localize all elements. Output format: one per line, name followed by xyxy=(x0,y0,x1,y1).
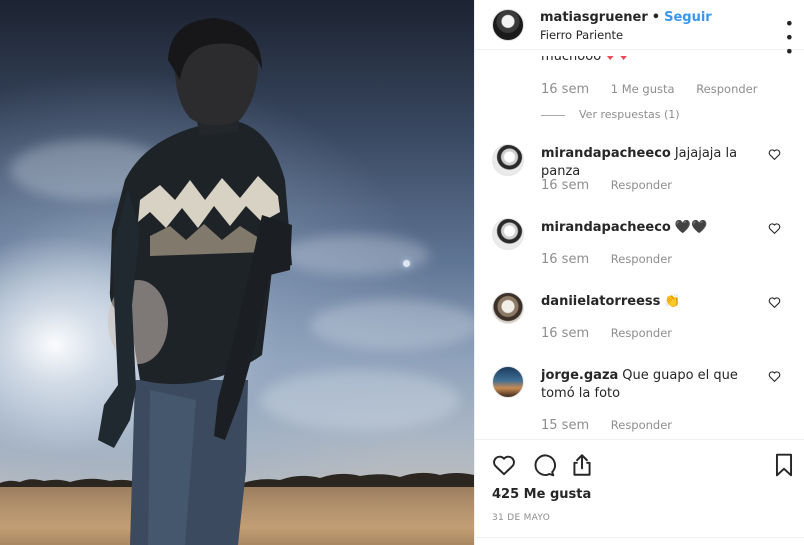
comment-like-heart-icon[interactable] xyxy=(768,296,781,309)
comment-like-heart-icon[interactable] xyxy=(768,222,781,235)
commenter-avatar[interactable] xyxy=(492,144,524,176)
comment-time[interactable]: 15 sem xyxy=(541,418,589,433)
comment-body: 🖤🖤 xyxy=(674,220,708,235)
reply-button[interactable]: Responder xyxy=(611,178,672,192)
location-link[interactable]: Fierro Pariente xyxy=(540,28,623,42)
comments-list[interactable]: muchooo ♥ ♥ 16 sem 1 Me gusta Responder … xyxy=(475,50,804,440)
view-replies-label: Ver respuestas (1) xyxy=(579,108,680,121)
comment-meta: 15 sem Responder xyxy=(541,418,672,433)
post-side-panel: matiasgruener • Seguir Fierro Pariente • • •… xyxy=(474,0,804,545)
reply-button[interactable]: Responder xyxy=(611,326,672,340)
comment-time[interactable]: 16 sem xyxy=(541,326,589,341)
view-replies-button[interactable]: Ver respuestas (1) xyxy=(541,108,680,121)
likes-count[interactable]: 425 Me gusta xyxy=(492,487,591,502)
bookmark-icon[interactable] xyxy=(771,452,797,478)
comment-likes[interactable]: 1 Me gusta xyxy=(611,82,675,96)
comment-text: jorge.gaza Que guapo el que tomó la foto xyxy=(541,367,761,403)
commenter-username[interactable]: mirandapacheeco xyxy=(541,220,671,235)
comment-like-heart-icon[interactable] xyxy=(768,148,781,161)
comment-time[interactable]: 16 sem xyxy=(541,252,589,267)
replies-line xyxy=(541,114,565,116)
commenter-avatar[interactable] xyxy=(492,292,524,324)
comment-time[interactable]: 16 sem xyxy=(541,178,589,193)
reply-button[interactable]: Responder xyxy=(696,82,757,96)
reply-button[interactable]: Responder xyxy=(611,252,672,266)
partial-comment-text: muchooo ♥ ♥ xyxy=(541,50,629,64)
owner-username[interactable]: matiasgruener xyxy=(540,10,648,25)
comment-meta: 16 sem Responder xyxy=(541,252,672,267)
commenter-username[interactable]: jorge.gaza xyxy=(541,368,618,383)
post-photo[interactable] xyxy=(0,0,474,545)
comment-text: mirandapacheeco Jajajaja la panza xyxy=(541,145,761,181)
commenter-avatar[interactable] xyxy=(492,218,524,250)
person-silhouette xyxy=(98,18,292,545)
comment-body: 👏 xyxy=(664,294,681,309)
commenter-username[interactable]: daniielatorreess xyxy=(541,294,660,309)
partial-comment-meta: 16 sem 1 Me gusta Responder xyxy=(541,82,757,97)
partial-comment-fragment: muchooo xyxy=(541,50,602,64)
comment-text: daniielatorreess 👏 xyxy=(541,293,761,311)
comment-bubble-icon[interactable] xyxy=(530,452,556,478)
follow-button[interactable]: Seguir xyxy=(664,10,712,25)
owner-avatar[interactable] xyxy=(492,9,524,41)
post-date[interactable]: 31 DE MAYO xyxy=(492,513,550,523)
reply-button[interactable]: Responder xyxy=(611,418,672,432)
comment-time[interactable]: 16 sem xyxy=(541,82,589,97)
post-actions: 425 Me gusta 31 DE MAYO xyxy=(475,439,804,545)
separator-dot: • xyxy=(651,10,661,25)
owner-line: matiasgruener • Seguir xyxy=(540,10,712,25)
comment-like-heart-icon[interactable] xyxy=(768,370,781,383)
heart-outline-icon[interactable] xyxy=(491,452,517,478)
divider xyxy=(475,537,804,538)
heart-emoji: ♥ ♥ xyxy=(605,50,629,63)
commenter-username[interactable]: mirandapacheeco xyxy=(541,146,671,161)
commenter-avatar[interactable] xyxy=(492,366,524,398)
comment-meta: 16 sem Responder xyxy=(541,326,672,341)
comment-text: mirandapacheeco 🖤🖤 xyxy=(541,219,761,237)
share-upload-icon[interactable] xyxy=(569,452,595,478)
comment-meta: 16 sem Responder xyxy=(541,178,672,193)
post-header: matiasgruener • Seguir Fierro Pariente • • • xyxy=(475,0,804,60)
